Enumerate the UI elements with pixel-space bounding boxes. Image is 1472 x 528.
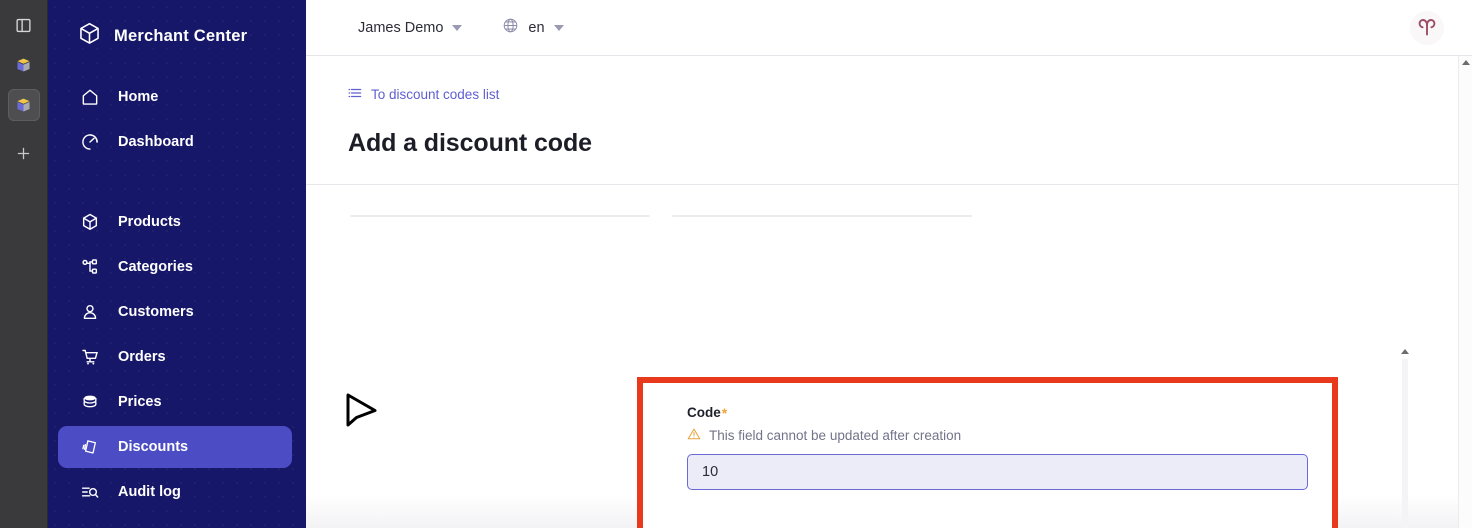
extension-icon-button-1[interactable] [8,49,40,81]
scroll-up-arrow-icon[interactable] [1401,349,1409,354]
sitemap-icon [80,257,100,277]
avatar[interactable] [1410,11,1444,45]
add-extension-button[interactable] [8,137,40,169]
panel-icon-button[interactable] [8,9,40,41]
inner-scrollbar-track[interactable] [1402,359,1408,528]
sidebar-item-label: Audit log [118,484,181,500]
globe-icon [502,17,519,38]
top-bar: James Demo en [306,0,1472,56]
sidebar-item-dashboard[interactable]: Dashboard [58,121,292,163]
ticket-icon [80,437,100,457]
log-search-icon [80,482,100,502]
locale-switcher[interactable]: en [502,17,564,38]
warning-triangle-icon [687,427,701,444]
code-field-warning: This field cannot be updated after creat… [687,427,1296,444]
application-window: Merchant Center Home Dashboard Products … [0,0,1472,528]
inner-scrollbar[interactable] [1398,345,1412,528]
sidebar-item-label: Home [118,89,159,105]
breadcrumb[interactable]: To discount codes list [348,86,1472,103]
page-scroll-region[interactable]: To discount codes list Add a discount co… [306,56,1472,528]
tab-placeholder-1[interactable] [350,215,650,217]
sidebar-item-label: Customers [118,304,194,320]
form-content-area: Code * This field cannot be updated afte… [306,185,1472,528]
plus-icon [15,145,32,162]
code-field-label: Code * [687,405,1296,420]
brand-name: Merchant Center [114,26,248,45]
sidebar-item-label: Categories [118,259,193,275]
warning-text: This field cannot be updated after creat… [709,428,962,443]
sidebar-item-prices[interactable]: Prices [58,381,292,423]
tab-placeholder-2[interactable] [672,215,972,217]
sidebar-item-home[interactable]: Home [58,76,292,118]
sidebar-item-label: Discounts [118,439,189,455]
main-content: James Demo en To discount codes list Add… [306,0,1472,528]
layers-icon [14,96,33,115]
code-input[interactable]: 10 [687,454,1308,490]
list-icon [348,86,362,103]
sidebar-item-products[interactable]: Products [58,201,292,243]
page-title: Add a discount code [348,129,592,157]
brand-header[interactable]: Merchant Center [48,0,306,58]
discount-form: Code * This field cannot be updated afte… [643,383,1332,528]
sidebar-item-label: Products [118,214,181,230]
project-name: James Demo [358,19,444,36]
person-icon [80,302,100,322]
cube-icon [80,212,100,232]
home-icon [80,87,100,107]
cart-icon [80,347,100,367]
nav-group-primary: Home Dashboard [48,76,306,163]
browser-extension-rail [0,0,48,528]
panel-icon [15,17,32,34]
sidebar-item-orders[interactable]: Orders [58,336,292,378]
sidebar-item-discounts[interactable]: Discounts [58,426,292,468]
project-switcher[interactable]: James Demo [358,19,463,36]
main-sidebar: Merchant Center Home Dashboard Products … [48,0,306,528]
extension-icon-button-2[interactable] [7,89,40,121]
required-marker: * [721,404,728,421]
gauge-icon [80,132,100,152]
code-input-value: 10 [702,464,719,480]
cube-logo-icon [77,21,102,51]
code-label-text: Code [687,405,721,420]
chevron-down-icon [452,24,463,31]
page-scrollbar[interactable] [1458,56,1472,528]
sidebar-item-label: Orders [118,349,166,365]
coins-icon [80,392,100,412]
nav-group-commerce: Products Categories Customers Orders Pri… [48,201,306,513]
sidebar-item-label: Prices [118,394,162,410]
sidebar-item-customers[interactable]: Customers [58,291,292,333]
breadcrumb-label: To discount codes list [371,87,500,102]
sidebar-item-label: Dashboard [118,134,194,150]
scroll-up-arrow-icon[interactable] [1462,60,1470,65]
tab-strip [306,185,1472,217]
chevron-down-icon [553,24,564,31]
sidebar-item-categories[interactable]: Categories [58,246,292,288]
highlight-annotation-box: Code * This field cannot be updated afte… [637,377,1338,528]
sidebar-item-audit-log[interactable]: Audit log [58,471,292,513]
layers-icon [14,56,33,75]
page-header: To discount codes list Add a discount co… [306,56,1472,185]
locale-label: en [528,19,545,36]
